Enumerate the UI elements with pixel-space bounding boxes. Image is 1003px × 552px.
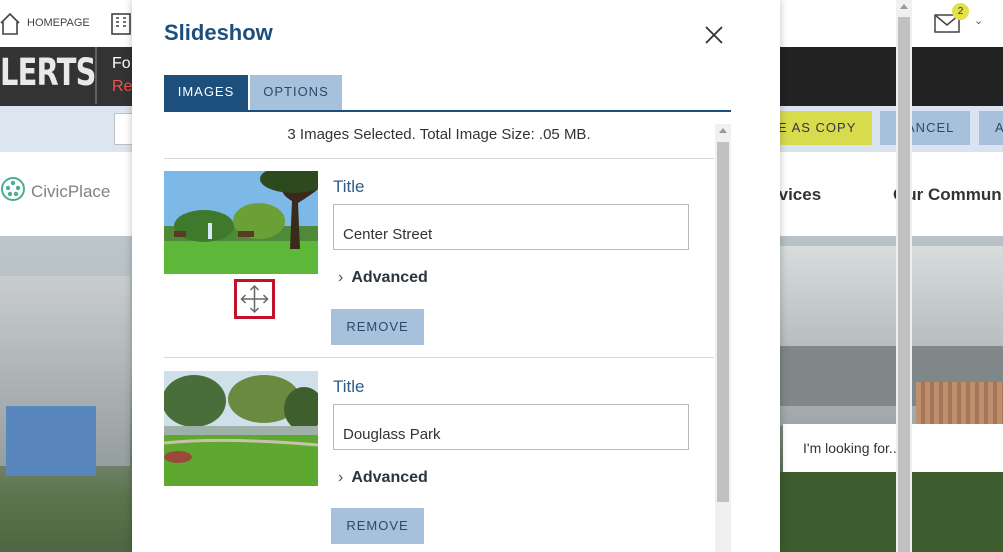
tab-underline xyxy=(164,110,731,112)
drag-handle[interactable] xyxy=(234,279,275,319)
site-search-input[interactable]: I'm looking for... xyxy=(783,424,1003,472)
advanced-toggle[interactable]: › Advanced xyxy=(338,469,428,487)
divider xyxy=(164,357,714,358)
image-title-label: Title xyxy=(333,177,365,196)
move-arrows-icon xyxy=(240,284,269,314)
image-title-input[interactable] xyxy=(333,204,689,250)
advanced-toggle[interactable]: › Advanced xyxy=(338,269,428,287)
hero-grass xyxy=(780,472,1003,552)
scrollbar-thumb[interactable] xyxy=(898,17,910,552)
apply-button[interactable]: A xyxy=(979,111,1003,145)
scroll-up-arrow-icon[interactable] xyxy=(900,4,908,9)
remove-image-button[interactable]: REMOVE xyxy=(331,508,424,544)
notification-badge: 2 xyxy=(952,3,969,20)
chevron-down-icon[interactable]: ⌄ xyxy=(974,14,983,27)
modal-overlay xyxy=(0,0,132,552)
image-title-input[interactable] xyxy=(333,404,689,450)
slideshow-modal: Slideshow IMAGES OPTIONS 3 Images Select… xyxy=(132,0,912,552)
image-thumbnail-douglass-park[interactable] xyxy=(164,371,318,486)
cancel-button[interactable]: CANCEL xyxy=(880,111,970,145)
advanced-label: Advanced xyxy=(351,269,428,286)
chevron-right-icon: › xyxy=(338,269,344,286)
images-panel: 3 Images Selected. Total Image Size: .05… xyxy=(164,124,731,552)
save-as-copy-button[interactable]: E AS COPY xyxy=(770,111,872,145)
hero-brick-wall xyxy=(916,382,1003,426)
modal-title: Slideshow xyxy=(164,20,273,45)
advanced-label: Advanced xyxy=(351,469,428,486)
remove-image-button[interactable]: REMOVE xyxy=(331,309,424,345)
selection-summary: 3 Images Selected. Total Image Size: .05… xyxy=(287,126,591,143)
modal-scrollbar[interactable] xyxy=(896,0,912,552)
scrollbar-thumb[interactable] xyxy=(717,142,729,502)
tab-options[interactable]: OPTIONS xyxy=(250,75,342,111)
close-icon[interactable] xyxy=(704,25,724,45)
chevron-right-icon: › xyxy=(338,469,344,486)
divider xyxy=(164,158,714,159)
image-title-label: Title xyxy=(333,377,365,396)
tab-images[interactable]: IMAGES xyxy=(164,75,248,111)
image-thumbnail-center-street[interactable] xyxy=(164,171,318,274)
panel-scrollbar[interactable] xyxy=(715,124,731,552)
scroll-up-arrow-icon[interactable] xyxy=(719,128,727,133)
